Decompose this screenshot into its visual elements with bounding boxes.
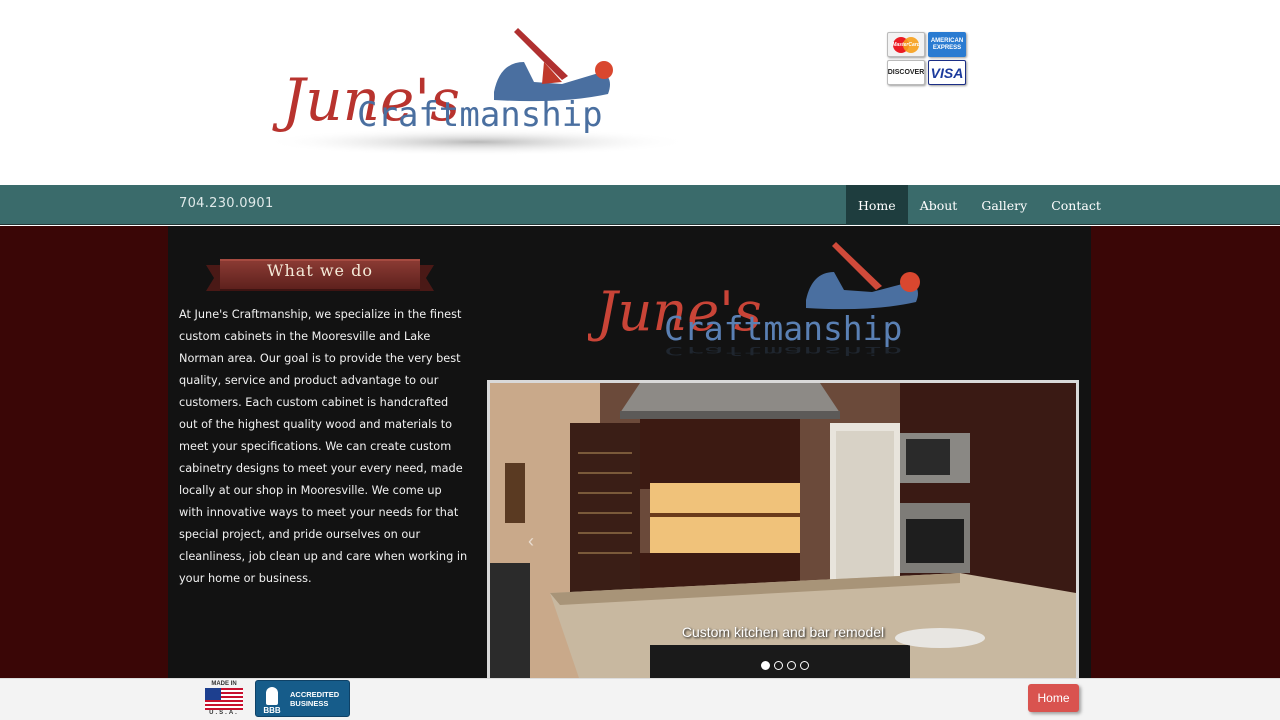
bbb-line2: BUSINESS bbox=[290, 698, 329, 708]
content-logo-reflection: Craftmanship bbox=[664, 344, 902, 358]
phone-number[interactable]: 704.230.0901 bbox=[179, 196, 274, 211]
slider-prev-arrow[interactable]: ‹ bbox=[528, 531, 534, 552]
made-in-usa-badge: MADE IN U.S.A. bbox=[204, 681, 244, 718]
nav-item-home[interactable]: Home bbox=[846, 185, 908, 225]
section-title: What we do bbox=[267, 261, 373, 280]
image-slider[interactable]: ‹ Custom kitchen and bar remodel bbox=[487, 380, 1079, 678]
content-logo: June's Craftmanship Craftmanship bbox=[586, 238, 983, 373]
payment-cards: MasterCard AMERICAN EXPRESS DISCOVER VIS… bbox=[886, 31, 968, 87]
nav-item-gallery[interactable]: Gallery bbox=[969, 185, 1039, 225]
nav-item-about[interactable]: About bbox=[908, 185, 970, 225]
site-footer bbox=[0, 678, 1280, 720]
visa-icon: VISA bbox=[928, 60, 966, 85]
usa-flag-icon bbox=[205, 688, 243, 710]
slider-dot-1[interactable] bbox=[761, 661, 770, 670]
logo-line2-text: Craftmanship bbox=[357, 95, 603, 135]
slider-indicators bbox=[761, 661, 809, 670]
mastercard-icon: MasterCard bbox=[887, 32, 925, 57]
content-logo-line2: Craftmanship bbox=[664, 309, 902, 348]
home-button[interactable]: Home bbox=[1028, 684, 1079, 712]
discover-icon: DISCOVER bbox=[887, 60, 925, 85]
section-title-ribbon: What we do bbox=[206, 257, 434, 293]
nav-item-contact[interactable]: Contact bbox=[1039, 185, 1113, 225]
main-navbar: 704.230.0901 Home About Gallery Contact bbox=[0, 185, 1280, 225]
about-paragraph: At June's Craftmanship, we specialize in… bbox=[179, 308, 468, 585]
site-logo[interactable]: June's Craftmanship bbox=[262, 22, 702, 162]
site-header: June's Craftmanship MasterCard AMERICAN … bbox=[0, 0, 1280, 185]
bbb-line1: ACCREDITED bbox=[290, 689, 340, 699]
slider-dot-3[interactable] bbox=[787, 661, 796, 670]
bbb-torch-icon: BBB bbox=[259, 682, 285, 715]
bbb-accredited-badge[interactable]: BBB ACCREDITED BUSINESS bbox=[255, 680, 350, 717]
slider-dot-2[interactable] bbox=[774, 661, 783, 670]
amex-icon: AMERICAN EXPRESS bbox=[928, 32, 966, 57]
slider-dot-4[interactable] bbox=[800, 661, 809, 670]
slider-caption: Custom kitchen and bar remodel bbox=[681, 624, 885, 640]
nav-menu: Home About Gallery Contact bbox=[846, 185, 1113, 225]
